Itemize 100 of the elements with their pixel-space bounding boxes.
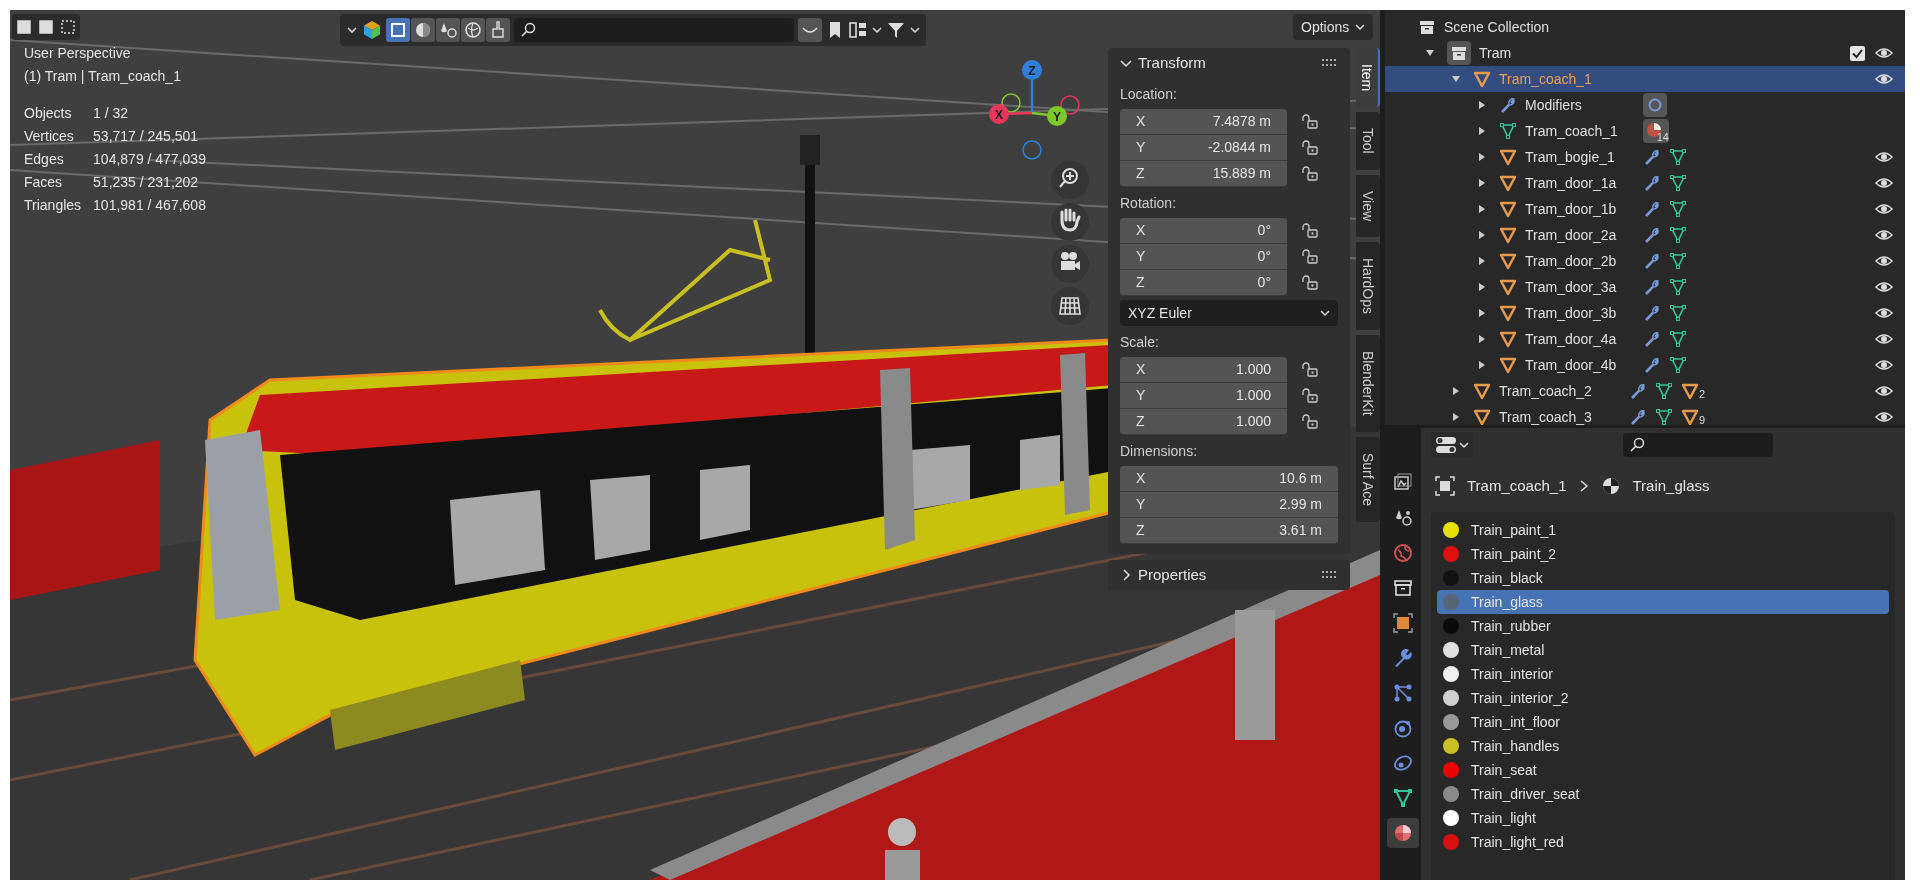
material-slot[interactable]: Train_paint_2 [1437,542,1889,566]
outliner-row[interactable]: Tram_door_2a [1385,222,1905,248]
collapsed-arrow-icon[interactable] [1451,386,1461,396]
checked-checkbox[interactable] [1850,45,1865,61]
caret-icon[interactable] [346,24,358,36]
properties-panel-header[interactable]: Properties [1108,560,1350,590]
material-slot[interactable]: Train_light [1437,806,1889,830]
zoom-button[interactable] [1050,160,1090,200]
material-slot[interactable]: Train_driver_seat [1437,782,1889,806]
open-lock-icon[interactable] [1301,166,1319,182]
sidebar-tab[interactable]: HardOps [1356,242,1380,331]
open-lock-icon[interactable] [1301,249,1319,265]
outliner-row[interactable]: Tram [1385,40,1905,66]
collapsed-arrow-icon[interactable] [1477,178,1487,188]
outliner-row[interactable]: Tram_door_2b [1385,248,1905,274]
axis-handle[interactable]: Z [1022,60,1042,113]
outliner-item-label[interactable]: Tram [1479,42,1539,64]
material-slot[interactable]: Train_interior [1437,662,1889,686]
brush-icon[interactable] [486,18,510,42]
number-field[interactable]: Z 0° [1120,270,1287,296]
outliner-row[interactable]: Modifiers [1385,92,1905,118]
negative-axis-handle[interactable] [1001,93,1021,113]
open-lock-icon[interactable] [1301,388,1319,404]
axis-handle[interactable]: X [989,104,1033,124]
hierarchy-icon[interactable] [848,20,868,40]
collapsed-arrow-icon[interactable] [1477,360,1487,370]
outliner-row[interactable]: Tram_door_4a [1385,326,1905,352]
outliner-item-label[interactable]: Tram_door_4a [1525,328,1643,350]
select-subtract-icon[interactable] [58,17,78,37]
open-lock-icon[interactable] [1301,140,1319,156]
outliner-item-label[interactable]: Tram_door_1b [1525,198,1643,220]
modifier-badge[interactable] [1643,93,1667,117]
outliner-row[interactable]: Tram_door_4b [1385,352,1905,378]
outliner-row[interactable]: Tram_door_3a [1385,274,1905,300]
options-dropdown[interactable]: Options [1293,14,1374,40]
rendered-shading-icon[interactable] [461,18,485,42]
collapsed-arrow-icon[interactable] [1477,204,1487,214]
movie-camera-button[interactable] [1050,244,1090,284]
number-field[interactable]: X 0° [1120,218,1287,244]
caret-icon[interactable] [910,25,920,35]
collapsed-arrow-icon[interactable] [1477,152,1487,162]
collapsed-arrow-icon[interactable] [1477,100,1487,110]
sidebar-tab[interactable]: Surf Ace [1356,436,1380,522]
outliner-item-label[interactable]: Tram_door_2a [1525,224,1643,246]
expanded-arrow-icon[interactable] [1425,48,1435,58]
open-lock-icon[interactable] [1301,414,1319,430]
number-field[interactable]: Y 1.000 [1120,383,1287,409]
material-slot[interactable]: Train_light_red [1437,830,1889,854]
outliner-item-label[interactable]: Tram_door_2b [1525,250,1643,272]
select-new-icon[interactable] [14,17,34,37]
outliner-row[interactable]: Tram_coach_2 2 [1385,378,1905,404]
scene-collection-label[interactable]: Scene Collection [1444,16,1550,38]
negative-axis-handle[interactable] [1022,140,1042,160]
solid-shading-icon[interactable] [411,18,435,42]
collapsed-arrow-icon[interactable] [1477,282,1487,292]
material-count-badge[interactable]: 14 [1643,119,1669,143]
collapsed-arrow-icon[interactable] [1477,334,1487,344]
collapsed-arrow-icon[interactable] [1477,230,1487,240]
open-lock-icon[interactable] [1301,114,1319,130]
material-preview-icon[interactable] [436,18,460,42]
wireframe-icon[interactable] [386,18,410,42]
search-field[interactable] [514,18,794,42]
outliner-item-label[interactable]: Tram_coach_1 [1499,68,1629,90]
grid-button[interactable] [1050,286,1090,326]
material-slot[interactable]: Train_metal [1437,638,1889,662]
number-field[interactable]: Z 15.889 m [1120,161,1287,187]
number-field[interactable]: X 7.4878 m [1120,109,1287,135]
number-field[interactable]: Y 0° [1120,244,1287,270]
outliner-item-label[interactable]: Tram_coach_1 [1525,120,1643,142]
half-circle-toggle-icon[interactable] [798,18,822,42]
material-slot[interactable]: Train_paint_1 [1437,518,1889,542]
material-slot[interactable]: Train_seat [1437,758,1889,782]
outliner-item-label[interactable]: Tram_door_3b [1525,302,1643,324]
colored-cube-icon[interactable] [362,20,382,40]
outliner-item-label[interactable]: Tram_door_1a [1525,172,1643,194]
outliner-item-label[interactable]: Tram_coach_2 [1499,380,1629,402]
outliner-item-label[interactable]: Tram_door_4b [1525,354,1643,376]
outliner-row[interactable]: Tram_coach_1 14 [1385,118,1905,144]
rotation-mode-dropdown[interactable]: XYZ Euler [1120,300,1338,326]
number-field[interactable]: Z 1.000 [1120,409,1287,435]
hand-button[interactable] [1050,202,1090,242]
outliner-row[interactable]: Tram_door_1a [1385,170,1905,196]
material-slot[interactable]: Train_handles [1437,734,1889,758]
select-extend-icon[interactable] [36,17,56,37]
collapsed-arrow-icon[interactable] [1477,126,1487,136]
collapsed-arrow-icon[interactable] [1477,256,1487,266]
number-field[interactable]: Y -2.0844 m [1120,135,1287,161]
editor-type-dropdown[interactable] [1431,432,1473,458]
caret-icon[interactable] [872,25,882,35]
outliner-item-label[interactable]: Tram_bogie_1 [1525,146,1643,168]
outliner-item-label[interactable]: Modifiers [1525,94,1643,116]
sidebar-tab[interactable]: View [1356,174,1380,237]
number-field[interactable]: X 10.6 m [1120,466,1338,492]
material-tab[interactable] [1387,818,1419,848]
material-slot[interactable]: Train_interior_2 [1437,686,1889,710]
material-slot[interactable]: Train_black [1437,566,1889,590]
transform-header[interactable]: Transform [1120,48,1338,78]
outliner-item-label[interactable]: Tram_door_3a [1525,276,1643,298]
open-lock-icon[interactable] [1301,275,1319,291]
negative-axis-handle[interactable] [1060,95,1080,115]
